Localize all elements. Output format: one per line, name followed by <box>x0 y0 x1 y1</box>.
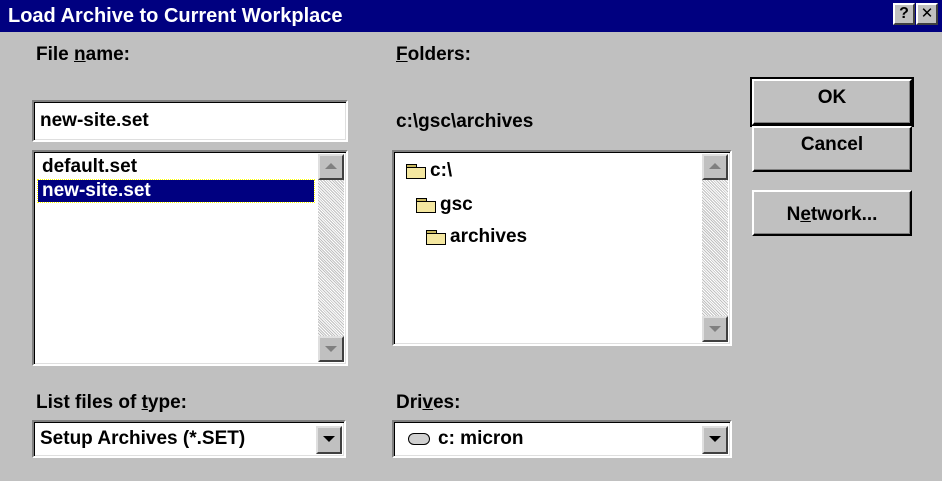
file-type-dropdown-button[interactable] <box>316 426 342 454</box>
folder-item-archives[interactable]: archives <box>422 226 531 248</box>
scroll-down-button[interactable] <box>702 316 728 342</box>
file-list[interactable]: default.set new-site.set <box>32 150 348 366</box>
network-button[interactable]: Network... <box>752 190 912 236</box>
ok-button[interactable]: OK <box>750 77 914 127</box>
close-button[interactable]: ✕ <box>916 3 938 25</box>
arrow-down-icon <box>325 346 337 352</box>
file-name-input[interactable]: new-site.set <box>32 100 348 142</box>
scroll-up-button[interactable] <box>702 154 728 180</box>
list-item[interactable]: default.set <box>38 156 141 178</box>
drives-value: c: micron <box>408 428 524 450</box>
drives-label: Drives: <box>396 392 461 413</box>
file-type-select[interactable]: Setup Archives (*.SET) <box>32 420 346 458</box>
help-button[interactable]: ? <box>893 3 915 25</box>
folder-open-icon <box>426 229 446 245</box>
window-title: Load Archive to Current Workplace <box>8 5 343 27</box>
folder-tree-scrollbar[interactable] <box>702 154 728 342</box>
folder-open-icon <box>416 197 436 213</box>
cancel-button[interactable]: Cancel <box>752 126 912 172</box>
arrow-down-icon <box>709 326 721 332</box>
hard-drive-icon <box>408 432 430 445</box>
arrow-up-icon <box>709 163 721 169</box>
scroll-up-button[interactable] <box>318 154 344 180</box>
file-list-scrollbar[interactable] <box>318 154 344 362</box>
folder-open-icon <box>406 163 426 179</box>
current-folder-path: c:\gsc\archives <box>396 111 534 132</box>
list-item-selected[interactable]: new-site.set <box>37 179 315 203</box>
chevron-down-icon <box>323 436 335 442</box>
file-type-label: List files of type: <box>36 392 187 413</box>
file-name-value: new-site.set <box>40 110 149 131</box>
folder-item-gsc[interactable]: gsc <box>412 194 477 216</box>
title-bar[interactable]: Load Archive to Current Workplace ? ✕ <box>0 0 942 32</box>
drives-dropdown-button[interactable] <box>702 426 728 454</box>
scroll-down-button[interactable] <box>318 336 344 362</box>
folders-label: Folders: <box>396 44 471 65</box>
file-name-label: File name: <box>36 44 130 65</box>
arrow-up-icon <box>325 163 337 169</box>
folder-tree[interactable]: c:\ gsc archives <box>392 150 732 346</box>
drives-select[interactable]: c: micron <box>392 420 732 458</box>
chevron-down-icon <box>709 436 721 442</box>
file-type-value: Setup Archives (*.SET) <box>40 428 246 449</box>
folder-item-root[interactable]: c:\ <box>402 160 456 182</box>
